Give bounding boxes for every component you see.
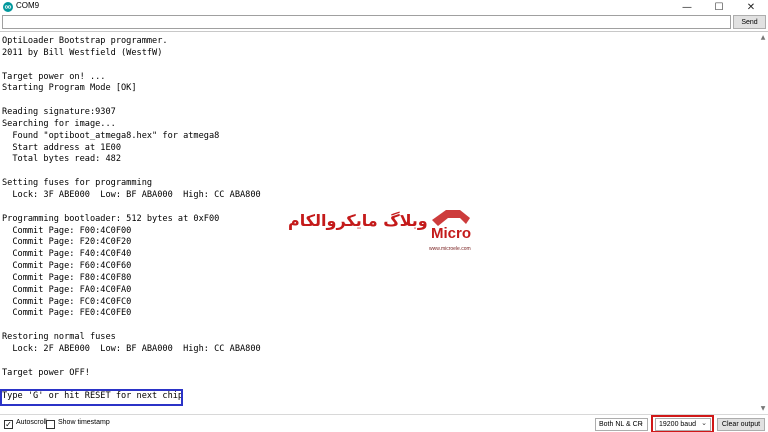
output-line: Commit Page: F20:4C0F20 bbox=[2, 237, 132, 248]
output-line: Commit Page: F40:4C0F40 bbox=[2, 249, 132, 260]
output-line: Target power OFF! bbox=[2, 367, 90, 378]
last-line-highlight-box bbox=[0, 389, 183, 406]
title-bar: COM9 — ☐ ✕ bbox=[0, 0, 768, 14]
svg-text:Micro: Micro bbox=[431, 225, 471, 242]
line-ending-select[interactable]: Both NL & CR ⌄ bbox=[595, 418, 648, 431]
show-timestamp-checkbox[interactable] bbox=[46, 420, 55, 429]
autoscroll-label: Autoscroll bbox=[16, 419, 47, 426]
clear-output-button[interactable]: Clear output bbox=[717, 418, 765, 431]
close-button[interactable]: ✕ bbox=[736, 0, 766, 14]
output-line: Starting Program Mode [OK] bbox=[2, 83, 137, 94]
arduino-icon bbox=[3, 2, 13, 12]
serial-send-input[interactable] bbox=[2, 15, 731, 29]
watermark-site: www.microele.com bbox=[429, 246, 471, 252]
send-bar: Send bbox=[0, 14, 768, 31]
micro-logo-icon: Micro bbox=[431, 210, 471, 242]
output-line: Lock: 2F ABE000 Low: BF ABA000 High: CC … bbox=[2, 343, 261, 354]
output-line: Commit Page: FA0:4C0FA0 bbox=[2, 284, 132, 295]
output-line: 2011 by Bill Westfield (WestfW) bbox=[2, 47, 163, 58]
serial-output-text: OptiLoader Bootstrap programmer. 2011 by … bbox=[2, 36, 261, 403]
output-line: Commit Page: F80:4C0F80 bbox=[2, 272, 132, 283]
output-line: Commit Page: FE0:4C0FE0 bbox=[2, 308, 132, 319]
baud-rate-highlight-box bbox=[651, 415, 714, 432]
show-timestamp-label: Show timestamp bbox=[58, 419, 110, 426]
output-line: Restoring normal fuses bbox=[2, 332, 116, 343]
output-line: Target power on! ... bbox=[2, 71, 106, 82]
minimize-button[interactable]: — bbox=[672, 0, 702, 14]
output-line: Commit Page: FC0:4C0FC0 bbox=[2, 296, 132, 307]
chevron-down-icon: ⌄ bbox=[638, 420, 644, 427]
window-title: COM9 bbox=[16, 1, 40, 10]
output-line: Programming bootloader: 512 bytes at 0xF… bbox=[2, 213, 220, 224]
autoscroll-checkbox[interactable]: ✓ bbox=[4, 420, 13, 429]
output-line: Setting fuses for programming bbox=[2, 178, 153, 189]
output-line: Searching for image... bbox=[2, 118, 116, 129]
output-line: Found "optiboot_atmega8.hex" for atmega8 bbox=[2, 130, 220, 141]
serial-output-area[interactable]: OptiLoader Bootstrap programmer. 2011 by … bbox=[0, 31, 768, 414]
watermark-text: وبلاگ مایکروالکام bbox=[288, 211, 428, 230]
output-line: OptiLoader Bootstrap programmer. bbox=[2, 36, 168, 46]
maximize-button[interactable]: ☐ bbox=[704, 0, 734, 14]
output-line: Reading signature:9307 bbox=[2, 107, 116, 118]
scroll-down-arrow-icon[interactable]: ▼ bbox=[758, 403, 768, 413]
scroll-up-arrow-icon[interactable]: ▲ bbox=[758, 32, 768, 42]
line-ending-value: Both NL & CR bbox=[599, 421, 643, 428]
output-line: Total bytes read: 482 bbox=[2, 154, 121, 165]
output-line: Lock: 3F ABE000 Low: BF ABA000 High: CC … bbox=[2, 189, 261, 200]
output-line: Commit Page: F60:4C0F60 bbox=[2, 261, 132, 272]
output-line: Commit Page: F00:4C0F00 bbox=[2, 225, 132, 236]
footer-bar: ✓ Autoscroll Show timestamp Both NL & CR… bbox=[0, 414, 768, 432]
send-button[interactable]: Send bbox=[733, 15, 766, 29]
output-line: Start address at 1E00 bbox=[2, 142, 121, 153]
watermark: وبلاگ مایکروالکام Micro www.microele.com bbox=[288, 208, 488, 258]
